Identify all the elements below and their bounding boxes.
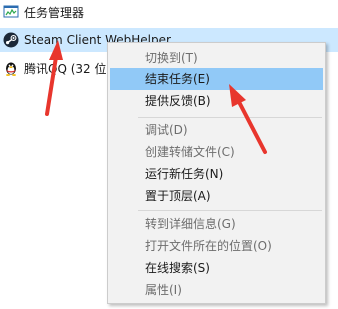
menu-item-create-dump[interactable]: 创建转储文件(C) [110, 141, 323, 163]
menu-item-go-to-details[interactable]: 转到详细信息(G) [110, 213, 323, 235]
process-label: 腾讯QQ (32 位) [24, 61, 112, 76]
menu-item-properties[interactable]: 属性(I) [110, 279, 323, 301]
context-menu: 切换到(T) 结束任务(E) 提供反馈(B) 调试(D) 创建转储文件(C) 运… [107, 42, 326, 304]
menu-item-feedback[interactable]: 提供反馈(B) [110, 90, 323, 112]
process-row-task-manager[interactable]: 任务管理器 [0, 0, 338, 24]
menu-item-debug[interactable]: 调试(D) [110, 119, 323, 141]
qq-penguin-icon [3, 60, 19, 76]
menu-separator [138, 117, 322, 118]
task-manager-icon [3, 4, 19, 20]
steam-icon [3, 32, 19, 48]
menu-separator [138, 210, 322, 211]
menu-item-open-file-location[interactable]: 打开文件所在的位置(O) [110, 235, 323, 257]
menu-item-switch-to[interactable]: 切换到(T) [110, 47, 323, 69]
process-label: 任务管理器 [24, 5, 85, 20]
menu-item-search-online[interactable]: 在线搜索(S) [110, 257, 323, 279]
menu-item-run-new-task[interactable]: 运行新任务(N) [110, 163, 323, 185]
menu-item-end-task[interactable]: 结束任务(E) [110, 68, 323, 90]
menu-item-always-on-top[interactable]: 置于顶层(A) [110, 185, 323, 207]
